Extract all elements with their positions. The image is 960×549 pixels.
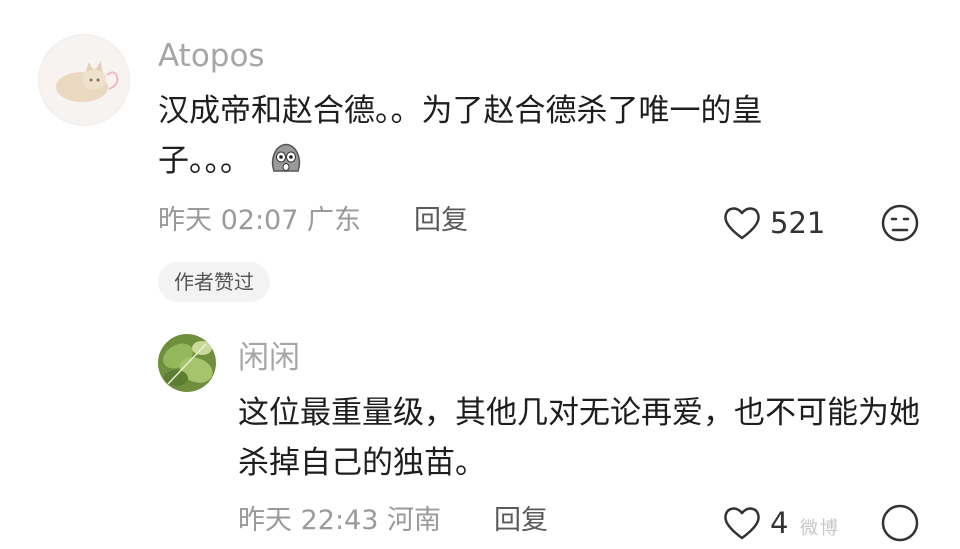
comment-timestamp: 昨天 02:07 广东	[158, 205, 361, 236]
reply-like-count: 4	[770, 506, 789, 540]
cat-avatar-icon	[39, 35, 129, 125]
watermark: 微博	[800, 518, 840, 539]
heart-icon[interactable]	[722, 205, 762, 241]
author-liked-badge: 作者赞过	[158, 262, 270, 302]
reply-text: 这位最重量级，其他几对无论再爱，也不可能为她杀掉自己的独苗。	[238, 395, 920, 481]
comment-text-body: 汉成帝和赵合德。。为了赵合德杀了唯一的皇子。。。	[158, 93, 763, 179]
reply-timestamp: 昨天 22:43 河南	[238, 505, 441, 536]
comment-like-count: 521	[770, 206, 826, 240]
reply-reply-button[interactable]: 回复	[494, 505, 548, 537]
reply-heart-icon[interactable]	[722, 505, 762, 541]
shocked-face-emoji-icon	[265, 137, 307, 179]
avatar[interactable]	[38, 34, 130, 126]
unhappy-face-icon[interactable]	[880, 203, 920, 243]
comment-username[interactable]: Atopos	[158, 38, 265, 74]
reply-avatar[interactable]	[158, 334, 216, 392]
comment-reply-button[interactable]: 回复	[414, 205, 468, 237]
reply-dislike-icon[interactable]	[880, 503, 920, 543]
comment-text: 汉成帝和赵合德。。为了赵合德杀了唯一的皇子。。。	[158, 86, 838, 186]
reply-username[interactable]: 闲闲	[238, 340, 300, 376]
leaf-avatar-icon	[158, 334, 216, 392]
